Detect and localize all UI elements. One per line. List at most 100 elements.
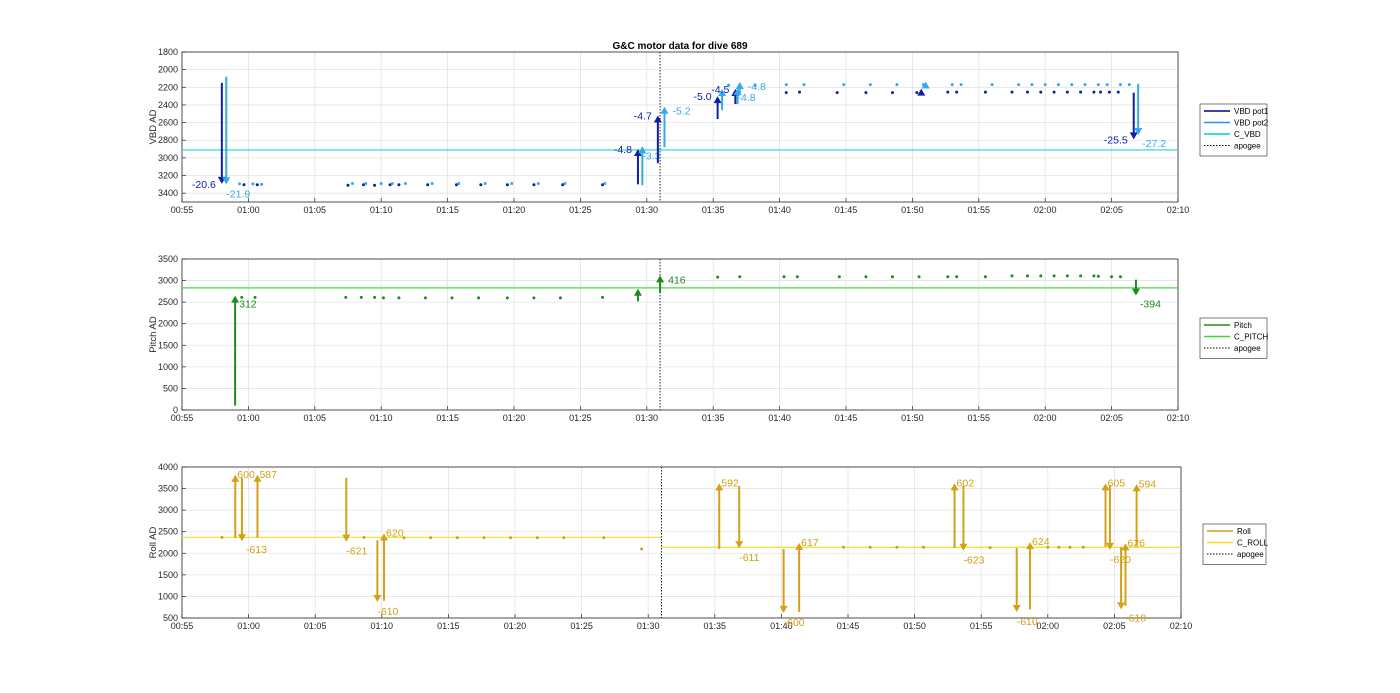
data-point [1092,90,1096,94]
data-point [1025,90,1029,94]
arrow-label: -5.0 [694,91,712,103]
x-tick-label: 01:05 [304,413,327,423]
legend-label: C_VBD [1234,130,1261,139]
y-tick-label: 0 [173,405,178,415]
data-point [1030,83,1034,87]
data-point [1099,90,1103,94]
y-axis-label: Pitch AD [148,316,159,353]
data-point [1096,274,1100,278]
data-point [835,91,839,95]
y-tick-label: 1000 [158,362,178,372]
data-point [895,545,899,549]
data-point [482,536,486,540]
data-point [379,181,383,185]
data-point [364,181,368,185]
arrow-label: 312 [239,299,257,311]
arrow-label: 600 [237,469,255,481]
legend-label: C_PITCH [1234,333,1268,342]
data-point [505,296,509,300]
data-point [455,536,459,540]
y-tick-label: 1500 [158,340,178,350]
arrow-label: 602 [957,477,975,489]
data-point [1118,83,1122,87]
data-point [429,536,433,540]
data-point [390,181,394,185]
y-tick-label: 2400 [158,100,178,110]
data-point [1052,90,1056,94]
legend-label: VBD pot2 [1234,119,1269,128]
x-tick-label: 01:30 [636,205,659,215]
x-tick-label: 01:00 [237,621,260,631]
x-tick-label: 01:10 [371,621,394,631]
data-point [404,181,408,185]
data-point [1039,274,1043,278]
y-axis-label: VBD AD [148,109,159,144]
data-point [1083,83,1087,87]
y-tick-label: 1800 [158,47,178,57]
data-point [915,91,919,95]
arrow-label: 416 [668,274,686,286]
arrow-label: -27.2 [1142,138,1166,150]
y-tick-label: 3000 [158,505,178,515]
x-tick-label: 01:10 [370,205,393,215]
chart-panel-vbd: 00:55 01:00 01:05 01:10 01:15 01:20 01:25 01:30… [148,41,1269,215]
y-tick-label: 3500 [158,484,178,494]
y-tick-label: 500 [163,613,178,623]
data-point [1065,274,1069,278]
data-point [1039,90,1043,94]
y-tick-label: 1000 [158,591,178,601]
x-tick-label: 02:05 [1103,621,1126,631]
data-point [795,275,799,279]
arrow-label: -610 [1125,612,1146,624]
data-point [1118,275,1122,279]
data-point [716,275,720,279]
data-point [842,545,846,549]
x-tick-label: 00:55 [171,205,194,215]
x-tick-label: 01:40 [768,205,791,215]
y-tick-label: 4000 [158,462,178,472]
x-tick-label: 01:55 [970,621,993,631]
data-point [255,183,259,187]
arrow-label: -4.8 [748,81,766,93]
arrow-label: -21.9 [226,188,250,200]
x-tick-label: 02:05 [1100,413,1123,423]
x-tick-label: 01:55 [968,413,991,423]
data-point [1127,83,1131,87]
data-point [251,182,255,186]
arrow-label: -394 [1140,299,1161,311]
data-point [602,536,606,540]
x-tick-label: 02:05 [1100,205,1123,215]
x-tick-label: 01:45 [835,205,858,215]
y-tick-label: 2000 [158,548,178,558]
data-point [955,90,959,94]
x-tick-label: 01:20 [503,413,526,423]
data-point [535,536,539,540]
legend-label: apogee [1237,550,1264,559]
data-point [1116,90,1120,94]
arrow-label: -20.6 [192,179,216,191]
arrow-label: -610 [1017,616,1038,628]
data-point [220,535,224,539]
x-tick-label: 01:35 [704,621,727,631]
data-point [640,547,644,551]
y-tick-label: 2500 [158,297,178,307]
data-point [784,83,788,87]
arrow-label: 624 [1032,536,1050,548]
motor-data-figure: 00:55 01:00 01:05 01:10 01:15 01:20 01:25 01:30… [148,41,1269,631]
legend-label: C_ROLL [1237,539,1269,548]
data-point [988,546,992,550]
data-point [477,296,481,300]
x-tick-label: 02:10 [1167,413,1190,423]
y-tick-label: 2800 [158,135,178,145]
chart-panel-pitch: 00:55 01:00 01:05 01:10 01:15 01:20 01:25 01:30… [148,254,1268,423]
arrow-label: -613 [246,544,267,556]
data-point [864,275,868,279]
x-tick-label: 01:35 [702,205,725,215]
data-point [955,275,959,279]
data-point [479,183,483,187]
data-point [895,83,899,87]
arrow-label: -600 [784,617,805,629]
data-point [1105,83,1109,87]
arrow-label: -621 [346,546,367,558]
data-point [362,535,366,539]
